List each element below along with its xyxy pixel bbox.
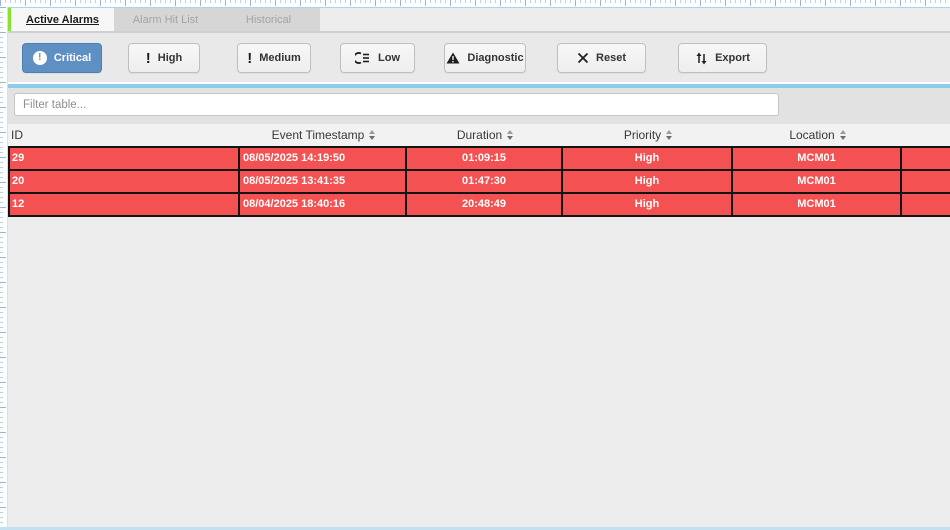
column-header-extra <box>902 124 950 146</box>
diagnostic-filter-button[interactable]: Diagnostic <box>444 43 526 73</box>
alarm-toolbar: ! Critical ! High ! Medium Low <box>7 33 950 82</box>
x-icon <box>577 52 589 64</box>
cell-id: 20 <box>10 171 240 192</box>
cell-extra <box>902 194 950 215</box>
cell-timestamp: 08/05/2025 14:19:50 <box>240 148 407 169</box>
critical-button-label: Critical <box>54 52 91 64</box>
cell-id: 29 <box>10 148 240 169</box>
export-button-label: Export <box>715 52 750 64</box>
exclamation-circle-icon: ! <box>33 51 47 65</box>
alarm-row[interactable]: 29 08/05/2025 14:19:50 01:09:15 High MCM… <box>10 148 950 169</box>
tab-bar: Active Alarms Alarm Hit List Historical <box>11 8 320 31</box>
diagnostic-button-label: Diagnostic <box>467 52 523 64</box>
alarm-row[interactable]: 20 08/05/2025 13:41:35 01:47:30 High MCM… <box>10 169 950 192</box>
export-button[interactable]: Export <box>678 43 767 73</box>
exclamation-icon: ! <box>247 51 252 66</box>
cell-id: 12 <box>10 194 240 215</box>
up-down-arrows-icon <box>695 52 708 65</box>
critical-filter-button[interactable]: ! Critical <box>22 43 102 73</box>
blue-divider <box>7 84 950 88</box>
column-header-priority[interactable]: Priority <box>563 124 733 146</box>
warning-triangle-icon <box>446 52 460 64</box>
cell-extra <box>902 148 950 169</box>
vertical-ruler <box>0 7 8 530</box>
sort-icon <box>666 130 672 140</box>
cell-duration: 20:48:49 <box>407 194 563 215</box>
column-header-event-timestamp[interactable]: Event Timestamp <box>240 124 407 146</box>
cell-timestamp: 08/04/2025 18:40:16 <box>240 194 407 215</box>
tab-active-alarms[interactable]: Active Alarms <box>11 8 114 31</box>
low-filter-button[interactable]: Low <box>340 43 415 73</box>
tab-historical[interactable]: Historical <box>217 8 320 31</box>
table-header-row: ID Event Timestamp Duration Priority Loc… <box>8 124 950 146</box>
alarm-row[interactable]: 12 08/04/2025 18:40:16 20:48:49 High MCM… <box>10 192 950 215</box>
cell-duration: 01:09:15 <box>407 148 563 169</box>
reset-button-label: Reset <box>596 52 626 64</box>
column-header-duration[interactable]: Duration <box>407 124 563 146</box>
cell-location: MCM01 <box>733 148 902 169</box>
tab-alarm-hit-list[interactable]: Alarm Hit List <box>114 8 217 31</box>
sort-icon <box>369 130 375 140</box>
cell-location: MCM01 <box>733 194 902 215</box>
active-alarms-table: ID Event Timestamp Duration Priority Loc… <box>8 124 950 217</box>
cell-extra <box>902 171 950 192</box>
horizontal-ruler <box>0 0 950 8</box>
medium-button-label: Medium <box>259 52 301 64</box>
high-button-label: High <box>158 52 182 64</box>
cell-priority: High <box>563 194 733 215</box>
table-body: 29 08/05/2025 14:19:50 01:09:15 High MCM… <box>8 146 950 217</box>
sort-icon <box>507 130 513 140</box>
cell-timestamp: 08/05/2025 13:41:35 <box>240 171 407 192</box>
filter-band <box>7 88 950 124</box>
column-header-location[interactable]: Location <box>733 124 902 146</box>
hmi-canvas: Active Alarms Alarm Hit List Historical … <box>0 0 950 530</box>
cell-location: MCM01 <box>733 171 902 192</box>
reset-button[interactable]: Reset <box>557 43 646 73</box>
cell-priority: High <box>563 148 733 169</box>
high-filter-button[interactable]: ! High <box>128 43 200 73</box>
column-header-id: ID <box>8 124 240 146</box>
low-priority-list-icon <box>355 52 371 64</box>
cell-duration: 01:47:30 <box>407 171 563 192</box>
sort-icon <box>840 130 846 140</box>
filter-table-input[interactable] <box>14 93 779 116</box>
low-button-label: Low <box>378 52 400 64</box>
cell-priority: High <box>563 171 733 192</box>
medium-filter-button[interactable]: ! Medium <box>237 43 311 73</box>
selection-marker <box>8 8 11 31</box>
tab-band-shadow <box>7 31 950 33</box>
exclamation-icon: ! <box>146 51 151 66</box>
